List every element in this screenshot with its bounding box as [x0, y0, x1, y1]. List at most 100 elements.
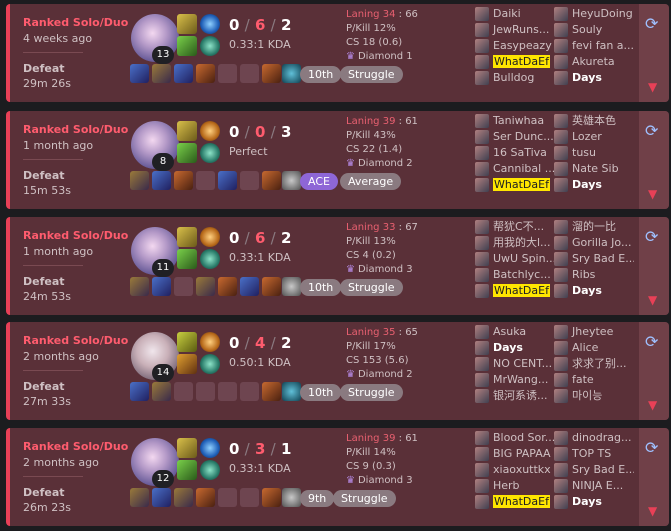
player-row[interactable]: Batchlyc...	[475, 267, 555, 283]
summoner-spell-icon[interactable]	[177, 143, 197, 163]
primary-rune-icon[interactable]	[200, 14, 220, 34]
player-row-duo[interactable]: Days	[475, 340, 555, 356]
chevron-down-icon[interactable]: ▼	[648, 293, 657, 307]
match-card[interactable]: Ranked Solo/Duo 1 month ago Defeat 15m 5…	[6, 111, 669, 209]
player-row[interactable]: BIG PAPAA	[475, 446, 555, 462]
secondary-rune-icon[interactable]	[200, 460, 220, 480]
player-row[interactable]: 帮犹C不...	[475, 219, 555, 235]
primary-rune-icon[interactable]	[200, 332, 220, 352]
ward-icon[interactable]	[282, 382, 301, 401]
primary-rune-icon[interactable]	[200, 438, 220, 458]
item-icon[interactable]	[152, 277, 171, 296]
item-icon[interactable]	[196, 488, 215, 507]
item-icon[interactable]	[262, 64, 281, 83]
item-icon[interactable]	[174, 171, 193, 190]
player-row-duo[interactable]: Days	[554, 283, 634, 299]
player-row[interactable]: Sry Bad E...	[554, 462, 634, 478]
item-icon[interactable]	[130, 488, 149, 507]
player-row[interactable]: 마이능	[554, 388, 634, 404]
item-icon[interactable]	[152, 382, 171, 401]
swap-icon[interactable]: ⟳	[645, 14, 658, 33]
player-row-duo[interactable]: Days	[554, 494, 634, 510]
ward-icon[interactable]	[282, 488, 301, 507]
item-icon[interactable]	[152, 488, 171, 507]
secondary-rune-icon[interactable]	[200, 36, 220, 56]
item-icon[interactable]	[218, 277, 237, 296]
summoner-spell-icon[interactable]	[177, 354, 197, 374]
player-row-self[interactable]: WhatDaEf	[475, 494, 555, 510]
player-row[interactable]: Ribs	[554, 267, 634, 283]
secondary-rune-icon[interactable]	[200, 143, 220, 163]
item-icon[interactable]	[130, 277, 149, 296]
player-row[interactable]: dinodrag...	[554, 430, 634, 446]
item-icon[interactable]	[196, 64, 215, 83]
player-row[interactable]: fate	[554, 372, 634, 388]
summoner-spell-icon[interactable]	[177, 36, 197, 56]
item-icon[interactable]	[130, 171, 149, 190]
primary-rune-icon[interactable]	[200, 227, 220, 247]
player-row[interactable]: Akureta	[554, 54, 634, 70]
player-row-duo[interactable]: Days	[554, 177, 634, 193]
ward-icon[interactable]	[282, 171, 301, 190]
item-icon[interactable]	[262, 277, 281, 296]
chevron-down-icon[interactable]: ▼	[648, 504, 657, 518]
summoner-spell-icon[interactable]	[177, 14, 197, 34]
player-row[interactable]: fevi fan a...	[554, 38, 634, 54]
player-row[interactable]: 求求了别...	[554, 356, 634, 372]
chevron-down-icon[interactable]: ▼	[648, 80, 657, 94]
player-row[interactable]: 16 SaTiva	[475, 145, 555, 161]
swap-icon[interactable]: ⟳	[645, 227, 658, 246]
secondary-rune-icon[interactable]	[200, 354, 220, 374]
ward-icon[interactable]	[282, 277, 301, 296]
player-row[interactable]: Easypeazy	[475, 38, 555, 54]
chevron-down-icon[interactable]: ▼	[648, 187, 657, 201]
player-row[interactable]: tusu	[554, 145, 634, 161]
player-row[interactable]: 英雄本色	[554, 113, 634, 129]
item-icon[interactable]	[130, 64, 149, 83]
item-icon[interactable]	[196, 277, 215, 296]
player-row[interactable]: Sry Bad E...	[554, 251, 634, 267]
player-row[interactable]: MrWang...	[475, 372, 555, 388]
chevron-down-icon[interactable]: ▼	[648, 398, 657, 412]
item-icon[interactable]	[262, 488, 281, 507]
item-icon[interactable]	[152, 171, 171, 190]
player-row[interactable]: NINJA E...	[554, 478, 634, 494]
primary-rune-icon[interactable]	[200, 121, 220, 141]
swap-icon[interactable]: ⟳	[645, 332, 658, 351]
player-row[interactable]: JewRuns...	[475, 22, 555, 38]
player-row[interactable]: UwU Spin...	[475, 251, 555, 267]
player-row-self[interactable]: WhatDaEf	[475, 177, 555, 193]
summoner-spell-icon[interactable]	[177, 460, 197, 480]
player-row[interactable]: Cannibal ...	[475, 161, 555, 177]
player-row[interactable]: Gorilla Jo...	[554, 235, 634, 251]
item-icon[interactable]	[262, 382, 281, 401]
player-row[interactable]: 银河系诱...	[475, 388, 555, 404]
player-row[interactable]: Taniwhaa	[475, 113, 555, 129]
summoner-spell-icon[interactable]	[177, 227, 197, 247]
match-card[interactable]: Ranked Solo/Duo 1 month ago Defeat 24m 5…	[6, 217, 669, 315]
player-row[interactable]: Jheytee	[554, 324, 634, 340]
player-row[interactable]: Alice	[554, 340, 634, 356]
match-card[interactable]: Ranked Solo/Duo 2 months ago Defeat 26m …	[6, 428, 669, 526]
player-row[interactable]: Bulldog	[475, 70, 555, 86]
player-row[interactable]: Souly	[554, 22, 634, 38]
item-icon[interactable]	[152, 64, 171, 83]
summoner-spell-icon[interactable]	[177, 249, 197, 269]
player-row[interactable]: Lozer	[554, 129, 634, 145]
swap-icon[interactable]: ⟳	[645, 438, 658, 457]
summoner-spell-icon[interactable]	[177, 332, 197, 352]
player-row[interactable]: TOP TS	[554, 446, 634, 462]
item-icon[interactable]	[240, 277, 259, 296]
item-icon[interactable]	[130, 382, 149, 401]
match-card[interactable]: Ranked Solo/Duo 2 months ago Defeat 27m …	[6, 322, 669, 420]
player-row[interactable]: NO CENT...	[475, 356, 555, 372]
summoner-spell-icon[interactable]	[177, 121, 197, 141]
player-row-self[interactable]: WhatDaEf	[475, 283, 555, 299]
item-icon[interactable]	[174, 488, 193, 507]
player-row[interactable]: Blood Sor...	[475, 430, 555, 446]
player-row[interactable]: 溜的一比	[554, 219, 634, 235]
secondary-rune-icon[interactable]	[200, 249, 220, 269]
player-row[interactable]: Nate Sib	[554, 161, 634, 177]
player-row[interactable]: Herb	[475, 478, 555, 494]
player-row[interactable]: Daiki	[475, 6, 555, 22]
